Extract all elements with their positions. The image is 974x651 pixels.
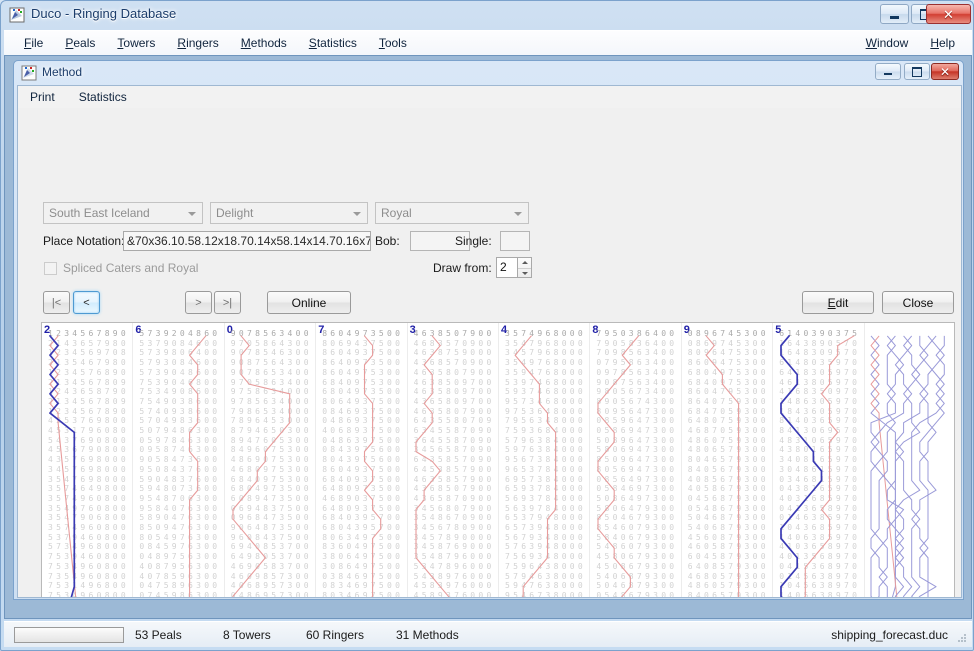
all-lines-grid-panel bbox=[865, 323, 955, 598]
draw-from-stepper[interactable]: 2 bbox=[496, 257, 532, 278]
classification-value: Delight bbox=[216, 206, 253, 220]
status-progress-bar bbox=[14, 627, 124, 643]
method-panel-9: 9089674530008697453008096475300860947530… bbox=[682, 323, 773, 598]
method-panel-3: 3463850790046835709004638759000436857090… bbox=[408, 323, 499, 598]
status-peals: 53 Peals bbox=[135, 628, 182, 642]
method-blue-line bbox=[133, 323, 224, 598]
draw-from-label: Draw from: bbox=[433, 261, 492, 275]
method-diagram[interactable]: 2123456789021436579801234569708213546798… bbox=[41, 322, 955, 598]
method-panel-2: 2123456789021436579801234569708213546798… bbox=[42, 323, 133, 598]
stage-value: Royal bbox=[381, 206, 412, 220]
menu-item-statistics[interactable]: Statistics bbox=[298, 31, 368, 54]
place-notation-label: Place Notation: bbox=[43, 234, 124, 248]
method-blue-line bbox=[773, 323, 864, 598]
chevron-down-icon bbox=[514, 212, 522, 216]
method-name-combo[interactable]: South East Iceland bbox=[43, 202, 203, 224]
menu-item-window[interactable]: Window bbox=[855, 31, 920, 54]
method-minimize-button[interactable] bbox=[875, 63, 901, 80]
mdi-client-area: Method ✕ PrintStatistics South bbox=[4, 55, 972, 619]
menu-item-methods[interactable]: Methods bbox=[230, 31, 298, 54]
method-panel-0: 0907856340097058643009078546300908756430… bbox=[225, 323, 316, 598]
draw-from-spin-buttons[interactable] bbox=[517, 257, 532, 278]
close-icon: ✕ bbox=[927, 5, 970, 23]
minimize-icon bbox=[876, 64, 900, 79]
status-ringers: 60 Ringers bbox=[306, 628, 364, 642]
method-panel-5: 5614039037516438905701648309570614803597… bbox=[773, 323, 864, 598]
method-panel-7: 7860497350080694375008604937500864097350… bbox=[316, 323, 407, 598]
method-close-button[interactable]: ✕ bbox=[931, 63, 959, 80]
method-panel-8: 8795038640079058364007098563400079586340… bbox=[590, 323, 681, 598]
status-filename: shipping_forecast.duc bbox=[831, 628, 948, 642]
spliced-checkbox[interactable] bbox=[44, 262, 57, 275]
main-statusbar: 53 Peals 8 Towers 60 Ringers 31 Methods … bbox=[4, 621, 972, 647]
edit-button-label: Edit bbox=[828, 296, 849, 310]
menu-item-print[interactable]: Print bbox=[18, 86, 67, 107]
chevron-up-icon bbox=[522, 261, 528, 264]
close-button[interactable]: ✕ bbox=[926, 4, 971, 24]
first-record-button[interactable]: |< bbox=[43, 291, 70, 314]
minimize-button[interactable] bbox=[880, 4, 909, 24]
status-methods: 31 Methods bbox=[396, 628, 459, 642]
place-notation-input[interactable]: &70x36.10.58.12x18.70.14x58.14x14.70.16x… bbox=[123, 231, 371, 251]
method-window-icon bbox=[21, 65, 37, 81]
draw-from-value[interactable]: 2 bbox=[496, 257, 518, 278]
stage-combo[interactable]: Royal bbox=[375, 202, 529, 224]
last-record-button[interactable]: >| bbox=[214, 291, 241, 314]
menu-item-help[interactable]: Help bbox=[919, 31, 966, 54]
method-maximize-button[interactable] bbox=[904, 63, 930, 80]
close-icon: ✕ bbox=[932, 64, 958, 79]
spin-up-button[interactable] bbox=[518, 258, 531, 268]
main-window: Duco - Ringing Database ✕ FilePealsTower… bbox=[0, 0, 974, 651]
classification-combo[interactable]: Delight bbox=[210, 202, 368, 224]
spliced-checkbox-label: Spliced Caters and Royal bbox=[63, 261, 198, 275]
menu-item-statistics-child[interactable]: Statistics bbox=[67, 86, 139, 107]
status-towers: 8 Towers bbox=[223, 628, 271, 642]
method-name-value: South East Iceland bbox=[49, 206, 150, 220]
method-diagram-panels: 2123456789021436579801234569708213546798… bbox=[42, 323, 954, 598]
next-record-button[interactable]: > bbox=[185, 291, 212, 314]
main-menubar: FilePealsTowersRingersMethodsStatisticsT… bbox=[4, 30, 972, 55]
app-bell-icon bbox=[9, 7, 25, 23]
method-panel-4: 4357496800035479680003457968000354976800… bbox=[499, 323, 590, 598]
all-lines-grid bbox=[865, 323, 955, 598]
method-blue-line bbox=[225, 323, 316, 598]
menu-item-ringers[interactable]: Ringers bbox=[166, 31, 229, 54]
menubar-right-group: WindowHelp bbox=[855, 31, 966, 54]
chevron-down-icon bbox=[353, 212, 361, 216]
menu-item-peals[interactable]: Peals bbox=[54, 31, 106, 54]
menu-item-towers[interactable]: Towers bbox=[106, 31, 166, 54]
method-blue-line bbox=[316, 323, 407, 598]
method-child-window: Method ✕ PrintStatistics South bbox=[13, 60, 964, 600]
method-blue-line bbox=[590, 323, 681, 598]
previous-record-button[interactable]: < bbox=[73, 291, 100, 314]
method-window-title: Method bbox=[42, 65, 82, 79]
method-blue-line bbox=[682, 323, 773, 598]
main-titlebar: Duco - Ringing Database ✕ bbox=[1, 1, 973, 30]
window-title: Duco - Ringing Database bbox=[31, 6, 176, 21]
edit-button[interactable]: Edit bbox=[802, 291, 874, 314]
single-input[interactable] bbox=[500, 231, 530, 251]
close-form-button[interactable]: Close bbox=[882, 291, 954, 314]
method-panel-6: 6573920486053790846005739806400579308460… bbox=[133, 323, 224, 598]
minimize-icon bbox=[881, 5, 908, 23]
online-button[interactable]: Online bbox=[267, 291, 351, 314]
method-menubar: PrintStatistics bbox=[18, 86, 961, 108]
method-window-titlebar: Method ✕ bbox=[14, 61, 963, 85]
menu-item-file[interactable]: File bbox=[13, 31, 54, 54]
window-resize-grip-icon[interactable] bbox=[956, 633, 967, 644]
method-blue-line bbox=[499, 323, 590, 598]
spin-down-button[interactable] bbox=[518, 269, 531, 279]
menu-item-tools[interactable]: Tools bbox=[368, 31, 418, 54]
chevron-down-icon bbox=[188, 212, 196, 216]
bob-label: Bob: bbox=[375, 234, 400, 248]
maximize-icon bbox=[905, 64, 929, 79]
single-label: Single: bbox=[455, 234, 492, 248]
menubar-left-group: FilePealsTowersRingersMethodsStatisticsT… bbox=[13, 31, 418, 54]
method-blue-line bbox=[408, 323, 499, 598]
method-form: PrintStatistics South East Iceland Delig… bbox=[17, 85, 962, 598]
method-blue-line bbox=[42, 323, 133, 598]
chevron-down-icon bbox=[522, 272, 528, 275]
